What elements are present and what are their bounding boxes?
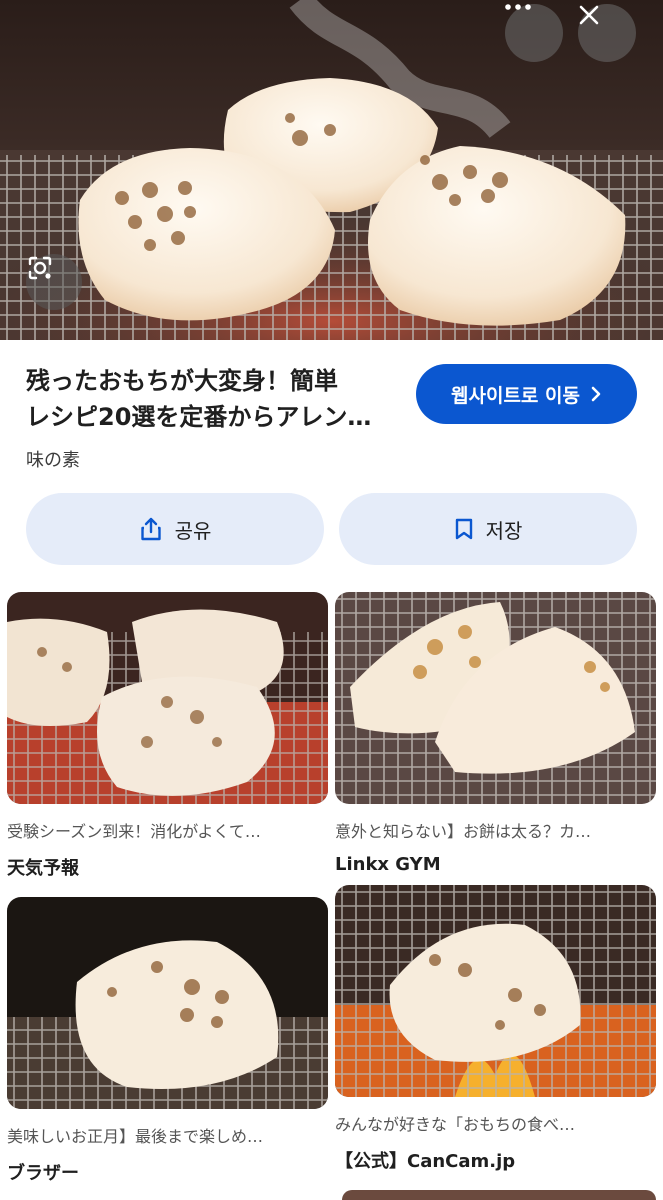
share-label: 공유 — [174, 518, 212, 543]
share-button[interactable]: 공유 — [26, 493, 324, 565]
result-title-line-2: レシピ20選を定番からアレン… — [26, 403, 372, 431]
share-icon — [140, 517, 161, 541]
related-site: 【公式】CanCam.jp — [335, 1151, 516, 1172]
visit-website-button[interactable]: 웹사이트로 이동 — [416, 364, 637, 424]
result-source: 味の素 — [26, 450, 80, 471]
result-title-line-1: 残ったおもちが大変身！簡単 — [26, 367, 338, 395]
related-card-2[interactable]: 意外と知らない】お餅は太る？カ… Linkx GYM — [335, 592, 656, 875]
related-snippet: 受験シーズン到来！消化がよくて… — [7, 822, 261, 841]
related-image — [7, 897, 328, 1109]
related-card-3[interactable]: 美味しいお正月】最後まで楽しめ… ブラザー — [7, 897, 328, 1185]
result-title[interactable]: 残ったおもちが大変身！簡単 レシピ20選を定番からアレン… — [26, 363, 398, 435]
related-site: ブラザー — [7, 1163, 79, 1184]
bookmark-icon — [455, 518, 472, 540]
lens-button[interactable] — [26, 254, 82, 310]
mochi-illustration — [0, 0, 663, 340]
related-image — [335, 592, 656, 804]
related-snippet: 意外と知らない】お餅は太る？カ… — [335, 822, 592, 841]
more-button[interactable] — [505, 4, 563, 62]
related-card-4[interactable]: みんなが好きな「おもちの食べ… 【公式】CanCam.jp — [335, 885, 656, 1173]
more-icon — [505, 4, 531, 10]
related-image — [7, 592, 328, 804]
chevron-right-icon — [591, 386, 601, 402]
related-card-5-peek[interactable] — [342, 1190, 656, 1200]
save-label: 저장 — [485, 518, 523, 543]
close-button[interactable] — [578, 4, 636, 62]
related-site: Linkx GYM — [335, 854, 441, 875]
save-button[interactable]: 저장 — [339, 493, 637, 565]
related-site: 天気予報 — [7, 858, 79, 879]
hero-image[interactable] — [0, 0, 663, 340]
close-icon — [579, 5, 599, 25]
lens-icon — [28, 256, 52, 280]
related-snippet: 美味しいお正月】最後まで楽しめ… — [7, 1127, 264, 1146]
related-card-1[interactable]: 受験シーズン到来！消化がよくて… 天気予報 — [7, 592, 328, 880]
related-image — [335, 885, 656, 1097]
related-snippet: みんなが好きな「おもちの食べ… — [335, 1115, 576, 1134]
visit-website-label: 웹사이트로 이동 — [451, 384, 580, 407]
